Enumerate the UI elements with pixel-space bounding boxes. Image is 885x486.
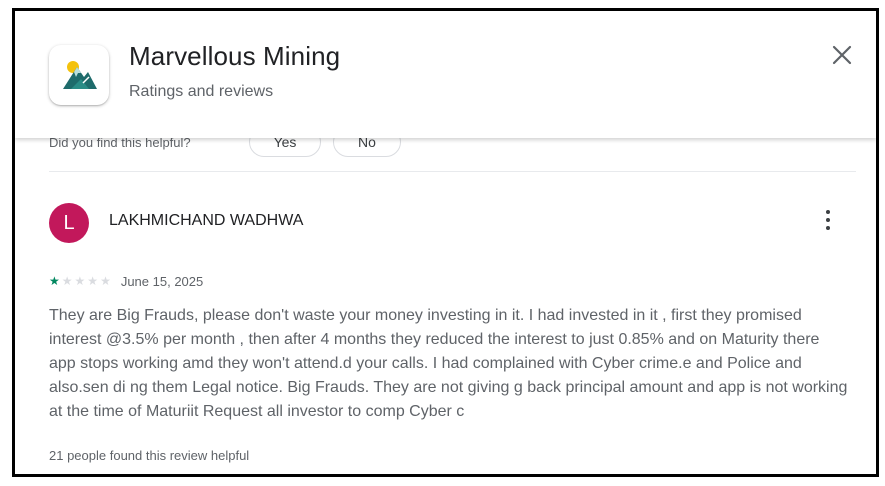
star-empty-icon: ★ bbox=[87, 274, 99, 288]
review-divider bbox=[49, 171, 856, 172]
app-icon bbox=[49, 45, 109, 105]
avatar: L bbox=[49, 203, 89, 243]
reviewer-name: LAKHMICHAND WADHWA bbox=[109, 212, 304, 229]
review-date: June 15, 2025 bbox=[120, 273, 204, 289]
dialog-header: Marvellous Mining Ratings and reviews bbox=[15, 11, 876, 138]
reviews-dialog: Did you find this helpful? Yes No Marvel… bbox=[12, 8, 879, 477]
star-empty-icon: ★ bbox=[74, 274, 86, 288]
page-subtitle: Ratings and reviews bbox=[129, 83, 274, 100]
star-empty-icon: ★ bbox=[61, 274, 73, 288]
review-text: They are Big Frauds, please don't waste … bbox=[49, 307, 848, 420]
rating-row: ★ ★ ★ ★ ★ June 15, 2025 bbox=[49, 273, 203, 289]
helpful-count: 21 people found this review helpful bbox=[49, 448, 250, 463]
mountain-logo-icon bbox=[63, 61, 97, 89]
star-filled-icon: ★ bbox=[49, 274, 60, 288]
more-vert-icon[interactable] bbox=[824, 207, 832, 235]
app-title: Marvellous Mining bbox=[129, 41, 341, 71]
close-icon[interactable] bbox=[830, 43, 854, 67]
star-empty-icon: ★ bbox=[100, 274, 111, 288]
